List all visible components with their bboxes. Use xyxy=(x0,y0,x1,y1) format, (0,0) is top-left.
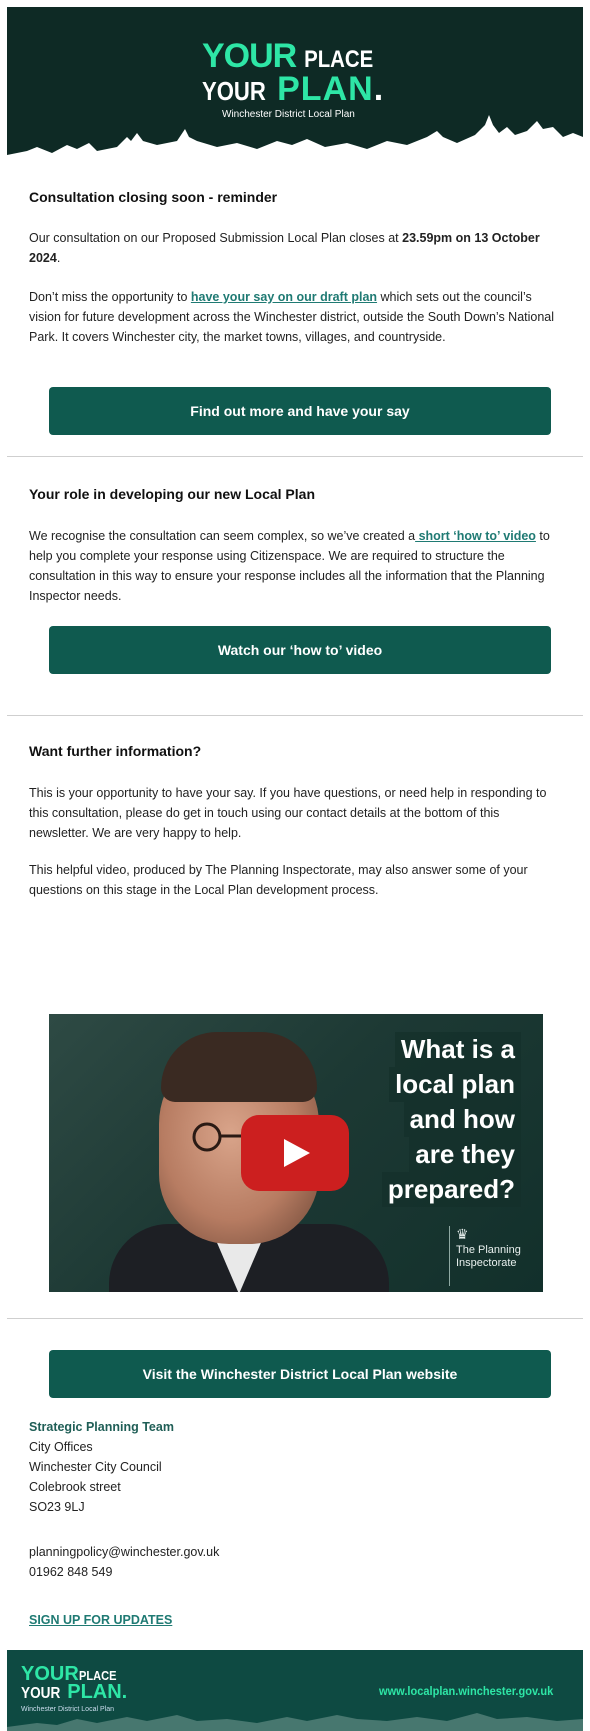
address-line: SO23 9LJ xyxy=(29,1500,85,1514)
consultation-closing-paragraph: Our consultation on our Proposed Submiss… xyxy=(29,228,559,268)
section-consultation-reminder: Consultation closing soon - reminder xyxy=(29,186,559,208)
video-title-line: local plan xyxy=(389,1067,521,1102)
draft-plan-paragraph: Don’t miss the opportunity to have your … xyxy=(29,287,559,347)
draft-plan-link[interactable]: have your say on our draft plan xyxy=(191,290,377,304)
youtube-video-thumbnail[interactable]: What is a local plan and how are they pr… xyxy=(49,1014,543,1292)
address-line: Colebrook street xyxy=(29,1480,121,1494)
youtube-play-icon[interactable] xyxy=(241,1115,349,1191)
section-further-information: Want further information? xyxy=(29,740,559,762)
section-heading: Want further information? xyxy=(29,743,202,759)
footer-banner: YOURPLACE YOUR PLAN. Winchester District … xyxy=(7,1650,583,1731)
team-name: Strategic Planning Team xyxy=(29,1420,174,1434)
visit-local-plan-website-button[interactable]: Visit the Winchester District Local Plan… xyxy=(49,1350,551,1398)
text-segment: Don’t miss the opportunity to xyxy=(29,290,191,304)
divider xyxy=(7,456,583,457)
email-link[interactable]: planningpolicy@winchester.gov.uk xyxy=(29,1542,219,1562)
text-segment: We recognise the consultation can seem c… xyxy=(29,529,416,543)
how-to-video-paragraph: We recognise the consultation can seem c… xyxy=(29,526,559,606)
text-segment: Our consultation on our Proposed Submiss… xyxy=(29,231,403,245)
local-plan-url-link[interactable]: www.localplan.winchester.gov.uk xyxy=(379,1682,553,1701)
brand-line: Inspectorate xyxy=(456,1257,517,1269)
logo-your-2: YOUR xyxy=(202,76,266,106)
video-title-line: What is a xyxy=(394,1032,521,1067)
royal-crest-icon: ♛ xyxy=(456,1226,469,1242)
further-info-paragraph: This is your opportunity to have your sa… xyxy=(29,786,547,840)
address-line: Winchester City Council xyxy=(29,1460,162,1474)
address-line: City Offices xyxy=(29,1440,93,1454)
email-newsletter: YOUR PLACE YOUR PLAN. Winchester District … xyxy=(0,0,590,1731)
watch-how-to-video-button[interactable]: Watch our ‘how to’ video xyxy=(49,626,551,674)
phone-number[interactable]: 01962 848 549 xyxy=(29,1562,219,1582)
section-your-role: Your role in developing our new Local Pl… xyxy=(29,483,559,505)
logo-dot: . xyxy=(373,70,384,108)
sign-up-for-updates-link[interactable]: SIGN UP FOR UPDATES xyxy=(29,1610,172,1630)
video-title-line: are they xyxy=(409,1137,521,1172)
divider xyxy=(7,1318,583,1319)
video-title-line: prepared? xyxy=(381,1172,521,1207)
video-title-overlay: What is a local plan and how are they pr… xyxy=(335,1032,535,1207)
logo-plan: PLAN. xyxy=(67,1681,128,1703)
skyline-graphic-icon xyxy=(7,115,583,167)
video-title-line: and how xyxy=(403,1102,521,1137)
presenter-hair xyxy=(161,1032,317,1102)
planning-inspectorate-logo: ♛ The Planning Inspectorate xyxy=(449,1226,539,1286)
planning-inspectorate-paragraph: This helpful video, produced by The Plan… xyxy=(29,863,528,897)
how-to-video-link[interactable]: short ‘how to’ video xyxy=(415,529,536,543)
address-block: Strategic Planning Team City Offices Win… xyxy=(29,1417,429,1517)
find-out-more-button[interactable]: Find out more and have your say xyxy=(49,387,551,435)
section-heading: Your role in developing our new Local Pl… xyxy=(29,486,316,502)
logo-plan: PLAN xyxy=(277,70,374,108)
skyline-graphic-icon xyxy=(7,1713,583,1731)
contact-block: planningpolicy@winchester.gov.uk 01962 8… xyxy=(29,1542,219,1582)
brand-line: The Planning xyxy=(456,1244,521,1256)
logo-your-2: YOUR xyxy=(21,1685,61,1702)
text-segment: . xyxy=(56,251,61,265)
divider xyxy=(7,715,583,716)
section-heading: Consultation closing soon - reminder xyxy=(29,189,278,205)
header-banner: YOUR PLACE YOUR PLAN. Winchester District … xyxy=(7,7,583,167)
